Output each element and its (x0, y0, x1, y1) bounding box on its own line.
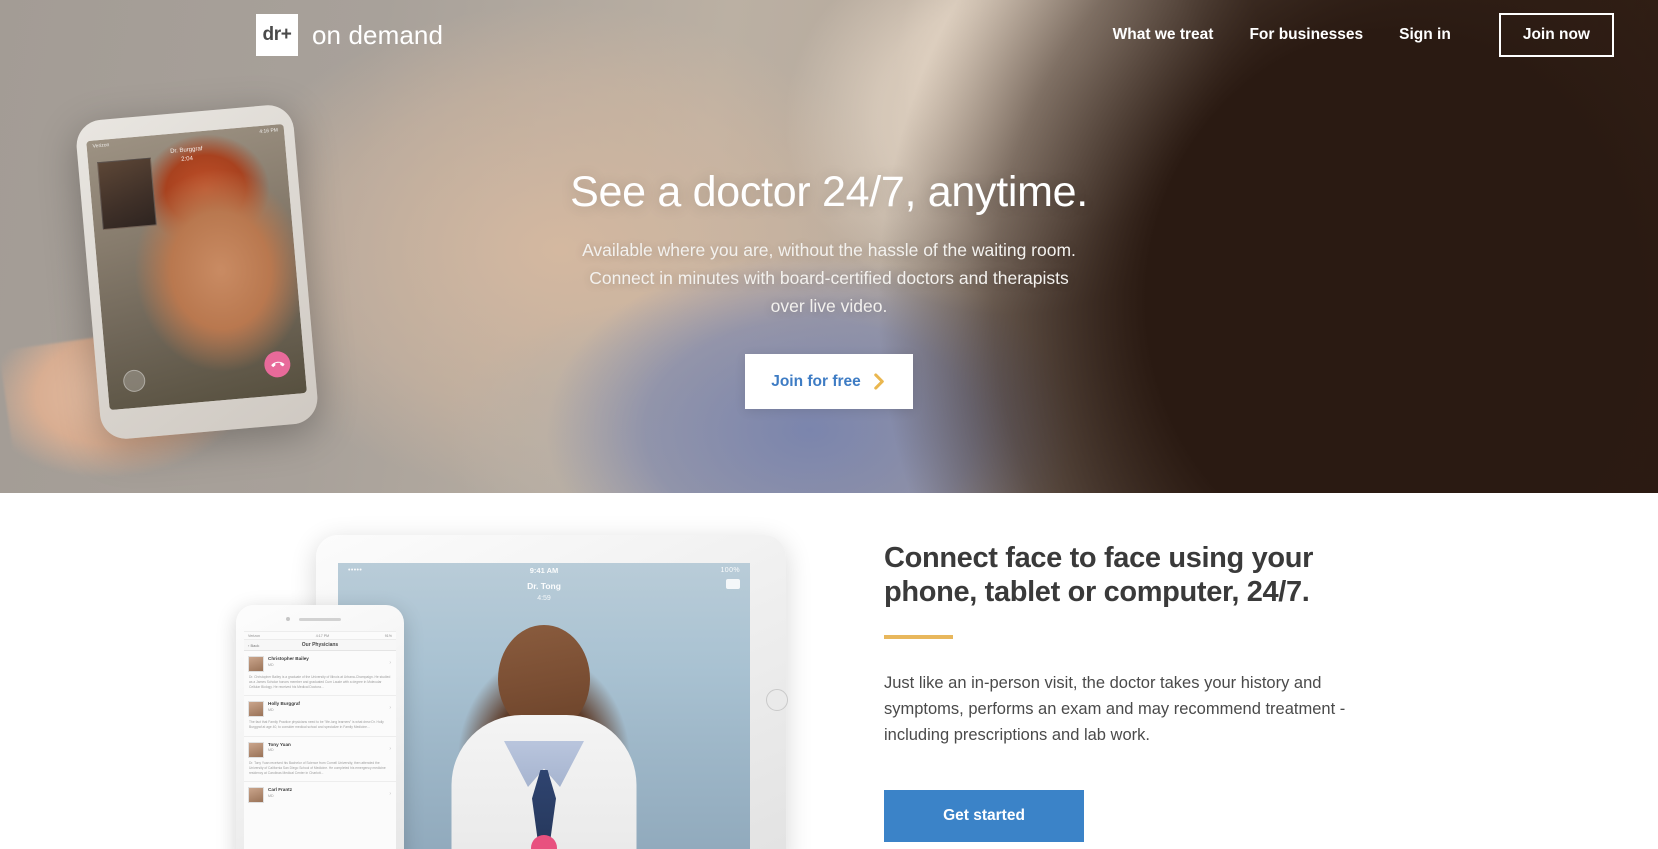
physician-credential: MD (268, 662, 274, 667)
list-item[interactable]: Christopher Bailey MD › Dr. Christopher … (244, 651, 396, 697)
join-now-button[interactable]: Join now (1498, 13, 1614, 57)
physician-name: Tony Yuan (268, 741, 291, 747)
phone-front-camera-icon (286, 617, 290, 621)
features-body-text: Just like an in-person visit, the doctor… (884, 674, 1346, 744)
accent-divider (884, 635, 953, 640)
features-text-column: Connect face to face using your phone, t… (884, 541, 1354, 843)
features-heading-line-1: Connect face to face using your (884, 542, 1314, 574)
site-header: dr+ on demand What we treat For business… (0, 0, 1658, 70)
nav-what-we-treat[interactable]: What we treat (1095, 26, 1232, 44)
tablet-call-timer: 4:59 (537, 595, 551, 602)
hero-content: See a doctor 24/7, anytime. Available wh… (0, 168, 1658, 410)
nav-for-businesses[interactable]: For businesses (1231, 26, 1381, 44)
hero-subheadline: Available where you are, without the has… (0, 237, 1658, 320)
nav-sign-in[interactable]: Sign in (1381, 26, 1469, 44)
hero-sub-line-3: over live video. (770, 295, 888, 316)
phone-device: Verizon 4:17 PM 91% ‹ Back Our Physician… (236, 605, 404, 849)
phone-screen: Verizon 4:17 PM 91% ‹ Back Our Physician… (244, 631, 396, 849)
list-item[interactable]: Carl Frantz MD › (244, 782, 396, 806)
join-for-free-button[interactable]: Join for free (745, 354, 913, 410)
chevron-right-icon: › (389, 705, 391, 712)
hero-headline: See a doctor 24/7, anytime. (570, 168, 1088, 216)
physician-name: Christopher Bailey (268, 656, 309, 661)
video-camera-icon (726, 579, 740, 589)
features-heading: Connect face to face using your phone, t… (884, 541, 1354, 609)
phone-screen-title: Our Physicians (301, 642, 339, 648)
phone-statusbar: Verizon 4:17 PM 91% (244, 632, 396, 640)
physician-credential: MD (268, 708, 274, 713)
get-started-button[interactable]: Get started (884, 790, 1084, 843)
hero-phone-time: 4:16 PM (259, 127, 279, 136)
phone-time-label: 4:17 PM (315, 633, 330, 638)
tablet-caller-name: Dr. Tong (527, 581, 561, 591)
hero-phone-carrier: Verizon (92, 142, 110, 150)
physician-credential: MD (268, 793, 274, 798)
main-navigation: What we treat For businesses Sign in Joi… (1095, 13, 1614, 57)
phone-battery-label: 91% (384, 633, 392, 638)
avatar (248, 701, 264, 718)
physician-name: Carl Frantz (268, 786, 292, 792)
back-button[interactable]: ‹ Back (248, 643, 259, 648)
avatar (248, 656, 264, 672)
logo-text: on demand (312, 19, 444, 50)
chevron-right-icon (872, 373, 887, 390)
physician-bio: The fact that Family Practice physicians… (244, 720, 396, 737)
list-item[interactable]: Holly Burggraf MD › The fact that Family… (244, 696, 396, 737)
chevron-right-icon: › (389, 790, 391, 797)
chevron-right-icon: › (389, 660, 391, 666)
avatar (248, 741, 264, 758)
physician-bio: Dr. Tony Yuan received his Bachelor of S… (244, 761, 396, 782)
tablet-home-button (766, 689, 788, 711)
tablet-time: 9:41 AM (529, 566, 559, 575)
physician-credential: MD (268, 748, 274, 753)
features-section: ••••• 100% 9:41 AM Dr. Tong 4:59 Verizon… (0, 493, 1658, 849)
hero-section: Verizon 4:16 PM Dr. Burggraf 2:04 dr+ on… (0, 0, 1658, 493)
physician-bio: Dr. Christopher Bailey is a graduate of … (244, 675, 396, 697)
hero-sub-line-1: Available where you are, without the has… (582, 240, 1076, 261)
logo[interactable]: dr+ on demand (256, 14, 443, 56)
devices-illustration: ••••• 100% 9:41 AM Dr. Tong 4:59 Verizon… (236, 535, 796, 849)
logo-mark: dr+ (256, 14, 298, 56)
list-item[interactable]: Tony Yuan MD › Dr. Tony Yuan received hi… (244, 737, 396, 782)
phone-earpiece-speaker (299, 618, 341, 621)
chevron-right-icon: › (389, 745, 391, 752)
features-heading-line-2: phone, tablet or computer, 24/7. (884, 576, 1310, 609)
phone-navbar: ‹ Back Our Physicians (244, 640, 396, 651)
join-for-free-label: Join for free (771, 372, 861, 390)
hero-sub-line-2: Connect in minutes with board-certified … (589, 268, 1069, 289)
phone-carrier-label: Verizon (248, 633, 260, 638)
physician-name: Holly Burggraf (268, 701, 300, 707)
avatar (248, 786, 264, 803)
